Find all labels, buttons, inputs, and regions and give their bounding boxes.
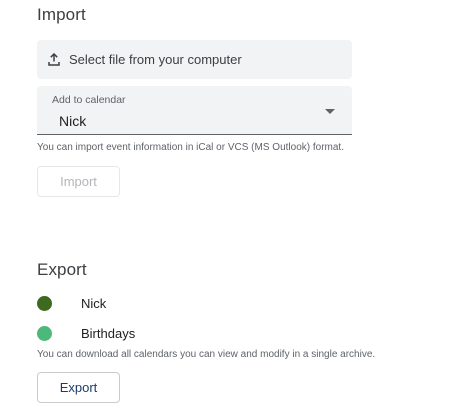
export-help-text: You can download all calendars you can v… <box>37 349 376 360</box>
calendar-name: Birthdays <box>81 325 136 341</box>
select-file-label: Select file from your computer <box>69 52 242 67</box>
import-help-text: You can import event information in iCal… <box>37 142 344 153</box>
import-section-title: Import <box>37 5 86 24</box>
add-to-calendar-caption: Add to calendar <box>52 94 126 106</box>
import-button[interactable]: Import <box>37 166 120 197</box>
calendar-color-dot <box>37 295 52 311</box>
export-section-title: Export <box>37 260 87 279</box>
add-to-calendar-dropdown[interactable]: Add to calendar Nick <box>37 86 352 135</box>
calendar-entry-birthdays: Birthdays <box>37 323 135 343</box>
selected-calendar-value: Nick <box>59 113 87 129</box>
calendar-entry-nick: Nick <box>37 293 106 313</box>
calendar-color-dot <box>37 325 52 341</box>
calendar-name: Nick <box>81 295 107 311</box>
export-button[interactable]: Export <box>37 372 120 403</box>
select-file-button[interactable]: Select file from your computer <box>37 40 352 79</box>
import-export-settings: Import Select file from your computer Ad… <box>0 0 474 412</box>
upload-icon <box>47 53 61 67</box>
dropdown-arrow-icon <box>325 109 335 114</box>
